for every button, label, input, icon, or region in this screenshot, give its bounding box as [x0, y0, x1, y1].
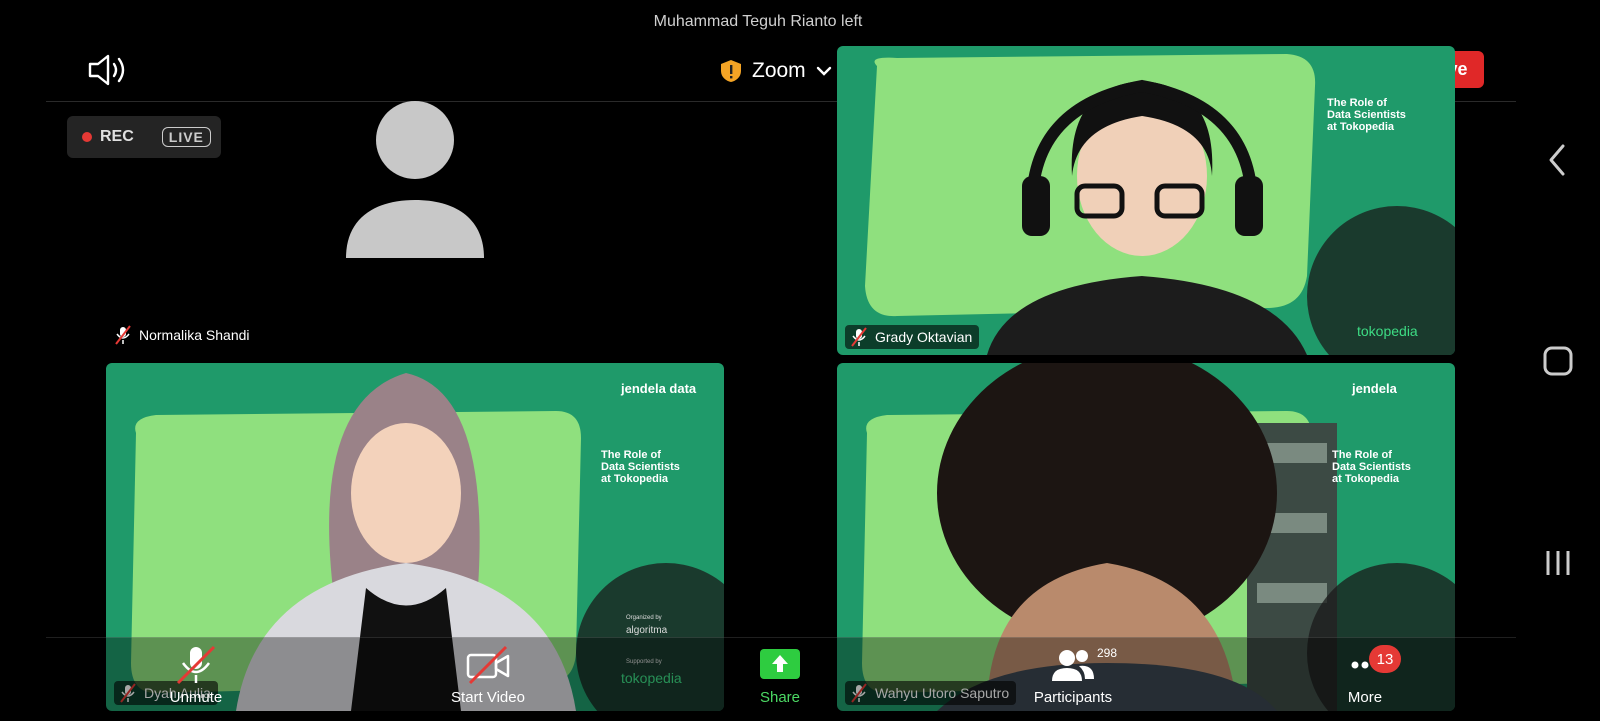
- start-video-button[interactable]: Start Video: [428, 645, 548, 706]
- svg-text:at Tokopedia: at Tokopedia: [1332, 473, 1400, 485]
- svg-text:Data Scientists: Data Scientists: [1327, 109, 1406, 121]
- meeting-title: Zoom: [752, 59, 806, 82]
- participants-count: 298: [1097, 646, 1118, 660]
- recent-apps-icon[interactable]: [1538, 543, 1578, 583]
- video-off-icon: [466, 645, 510, 685]
- home-icon[interactable]: [1538, 341, 1578, 381]
- participants-label: Participants: [1033, 689, 1113, 706]
- slide-organized-by: Organized by: [626, 615, 662, 621]
- share-arrow-icon: [760, 649, 800, 679]
- video-frame: The Role of Data Scientists at Tokopedia…: [837, 46, 1455, 355]
- unmute-button[interactable]: Unmute: [136, 645, 256, 706]
- share-label: Share: [759, 689, 801, 706]
- video-tile-grady[interactable]: The Role of Data Scientists at Tokopedia…: [837, 46, 1455, 355]
- share-button[interactable]: Share: [720, 645, 840, 706]
- participant-name-tag: Normalika Shandi: [113, 323, 250, 347]
- chevron-down-icon: [816, 66, 831, 76]
- meeting-title-dropdown[interactable]: Zoom: [720, 56, 832, 86]
- svg-text:jendela: jendela: [1351, 381, 1398, 396]
- svg-text:tokopedia: tokopedia: [1357, 323, 1418, 339]
- slide-headline-1: The Role of: [601, 449, 661, 461]
- slide-brand: jendela data: [620, 381, 697, 396]
- rec-label: REC: [100, 128, 134, 145]
- participant-name: Grady Oktavian: [875, 329, 973, 345]
- recording-indicator[interactable]: REC LIVE: [67, 116, 221, 158]
- avatar-placeholder-icon: [346, 101, 484, 258]
- muted-mic-icon: [851, 327, 867, 347]
- participant-name-tag: Grady Oktavian: [845, 325, 980, 349]
- back-icon[interactable]: [1538, 140, 1578, 180]
- more-label: More: [1347, 689, 1383, 706]
- more-notification-badge: 13: [1369, 645, 1401, 673]
- live-badge: LIVE: [161, 127, 211, 147]
- slide-headline-2: Data Scientists: [601, 461, 680, 473]
- speaker-icon[interactable]: [86, 52, 130, 88]
- svg-text:The Role of: The Role of: [1327, 97, 1387, 109]
- participant-left-notice: Muhammad Teguh Rianto left: [653, 13, 863, 30]
- svg-text:Data Scientists: Data Scientists: [1332, 461, 1411, 473]
- unmute-label: Unmute: [169, 689, 223, 706]
- slide-organizer: algoritma: [626, 625, 668, 636]
- slide-headline-3: at Tokopedia: [601, 473, 669, 485]
- system-navigation-bar: [1516, 0, 1600, 720]
- participant-name: Normalika Shandi: [139, 327, 250, 343]
- start-video-label: Start Video: [451, 689, 525, 706]
- muted-mic-icon: [115, 325, 131, 345]
- participants-icon: [1052, 650, 1094, 681]
- shield-icon: [721, 60, 741, 82]
- muted-mic-icon: [176, 645, 216, 685]
- svg-text:at Tokopedia: at Tokopedia: [1327, 121, 1395, 133]
- recording-dot-icon: [82, 132, 92, 142]
- more-button[interactable]: More: [1305, 645, 1425, 706]
- svg-text:The Role of: The Role of: [1332, 449, 1392, 461]
